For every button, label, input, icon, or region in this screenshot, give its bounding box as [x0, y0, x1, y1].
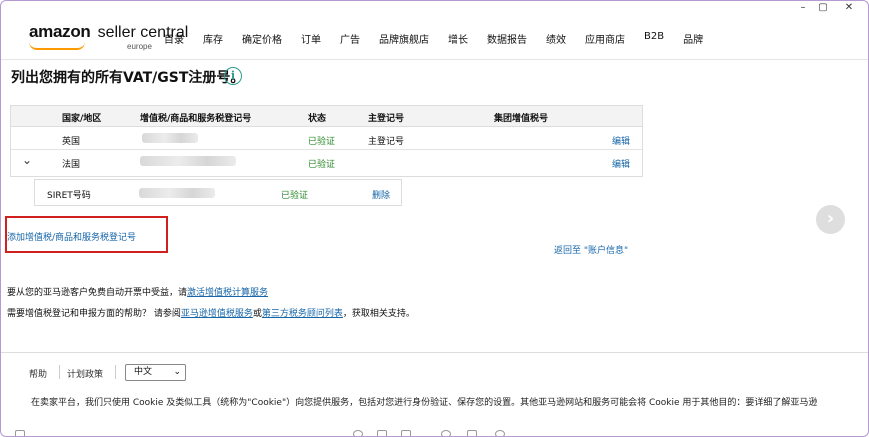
toolbar-icon[interactable] [441, 430, 451, 436]
tax-advisor-list-link[interactable]: 第三方税务顾问列表 [262, 309, 343, 319]
table-row: ⌄ 法国 已验证 编辑 [11, 150, 642, 172]
footer-divider [1, 352, 868, 353]
redacted-siret-number [139, 188, 215, 198]
header-country: 国家/地区 [62, 114, 102, 124]
info-icon[interactable]: i [224, 67, 242, 85]
footer-help-link[interactable]: 帮助 [29, 367, 47, 380]
nav-advertising[interactable]: 广告 [340, 31, 360, 46]
row-status: 已验证 [308, 160, 336, 170]
browser-frame: – ▢ ✕ amazon seller central europe 目录 库存… [0, 0, 869, 437]
edit-link[interactable]: 编辑 [612, 134, 630, 147]
main-nav: 目录 库存 确定价格 订单 广告 品牌旗舰店 增长 数据报告 绩效 应用商店 B… [164, 31, 722, 46]
siret-status: 已验证 [281, 191, 309, 201]
toolbar-icon[interactable] [15, 430, 25, 436]
row-country: 英国 [62, 137, 81, 147]
auto-invoice-notice: 要从您的亚马逊客户免费自动开票中受益，请激活增值税计算服务 [7, 285, 268, 298]
back-to-account-link[interactable]: 返回至 "账户信息" [554, 243, 628, 256]
footer-separator [59, 365, 60, 379]
nav-growth[interactable]: 增长 [448, 31, 468, 46]
nav-inventory[interactable]: 库存 [203, 31, 223, 46]
language-select[interactable]: 中文 ⌄ [125, 364, 186, 381]
nav-pricing[interactable]: 确定价格 [242, 31, 282, 46]
row-status: 已验证 [308, 137, 336, 147]
language-value: 中文 [134, 367, 153, 377]
vat-registration-table: 国家/地区 增值税/商品和服务税登记号 状态 主登记号 集团增值税号 英国 已验… [10, 105, 643, 177]
notice-text: ，获取相关支持。 [342, 309, 415, 319]
cookie-notice: 在卖家平台，我们只使用 Cookie 及类似工具（统称为"Cookie"）向您提… [31, 398, 818, 408]
window-titlebar: – ▢ ✕ [1, 1, 868, 15]
notice-text: 或 [252, 309, 262, 319]
header-primary: 主登记号 [368, 114, 405, 124]
delete-link[interactable]: 删除 [372, 188, 390, 201]
nav-stores[interactable]: 品牌旗舰店 [379, 31, 429, 46]
row-primary: 主登记号 [368, 137, 405, 147]
minimize-button[interactable]: – [795, 2, 811, 14]
toolbar-icon[interactable] [467, 430, 477, 436]
redacted-vat-number [142, 133, 198, 143]
siret-subrow: SIRET号码 已验证 删除 [34, 179, 402, 206]
notice-text: 需要增值税登记和申报方面的帮助？ 请参阅 [7, 309, 181, 319]
logo-region-text: europe [127, 42, 152, 51]
add-vat-link[interactable]: 添加增值税/商品和服务税登记号 [7, 230, 136, 243]
siret-label: SIRET号码 [47, 191, 91, 201]
logo-amazon-text: amazon [29, 22, 91, 41]
nav-reports[interactable]: 数据报告 [487, 31, 527, 46]
toolbar-icon[interactable] [377, 430, 387, 436]
page-title: 列出您拥有的所有VAT/GST注册号。 [11, 70, 245, 86]
footer-policy-link[interactable]: 计划政策 [67, 367, 103, 380]
chevron-down-icon[interactable]: ⌄ [22, 153, 32, 167]
header-group-vat: 集团增值税号 [494, 114, 549, 124]
amazon-smile-icon [29, 42, 85, 50]
nav-orders[interactable]: 订单 [301, 31, 321, 46]
edit-link[interactable]: 编辑 [612, 157, 630, 170]
bottom-toolbar [1, 430, 868, 436]
maximize-button[interactable]: ▢ [815, 2, 831, 14]
chevron-down-icon: ⌄ [173, 367, 181, 377]
table-row: 英国 已验证 主登记号 编辑 [11, 127, 642, 150]
amazon-vat-services-link[interactable]: 亚马逊增值税服务 [181, 309, 253, 319]
table-header: 国家/地区 增值税/商品和服务税登记号 状态 主登记号 集团增值税号 [11, 106, 642, 127]
row-country: 法国 [62, 160, 81, 170]
redacted-vat-number [140, 156, 236, 166]
footer-separator [115, 365, 116, 379]
nav-performance[interactable]: 绩效 [546, 31, 566, 46]
nav-b2b[interactable]: B2B [644, 31, 664, 46]
nav-catalog[interactable]: 目录 [164, 31, 184, 46]
header-status: 状态 [308, 114, 327, 124]
nav-appstore[interactable]: 应用商店 [585, 31, 625, 46]
vat-help-notice: 需要增值税登记和申报方面的帮助？ 请参阅亚马逊增值税服务或第三方税务顾问列表，获… [7, 306, 415, 319]
toolbar-icon[interactable] [401, 430, 411, 436]
toolbar-icon[interactable] [495, 430, 505, 436]
activate-vat-service-link[interactable]: 激活增值税计算服务 [187, 288, 268, 298]
nav-brands[interactable]: 品牌 [683, 31, 703, 46]
top-header: amazon seller central europe 目录 库存 确定价格 … [1, 15, 868, 60]
header-vat-number: 增值税/商品和服务税登记号 [140, 114, 252, 124]
notice-text: 要从您的亚马逊客户免费自动开票中受益，请 [7, 288, 188, 298]
chevron-right-icon[interactable]: › [816, 205, 845, 234]
close-button[interactable]: ✕ [841, 2, 857, 14]
toolbar-icon[interactable] [353, 430, 363, 436]
